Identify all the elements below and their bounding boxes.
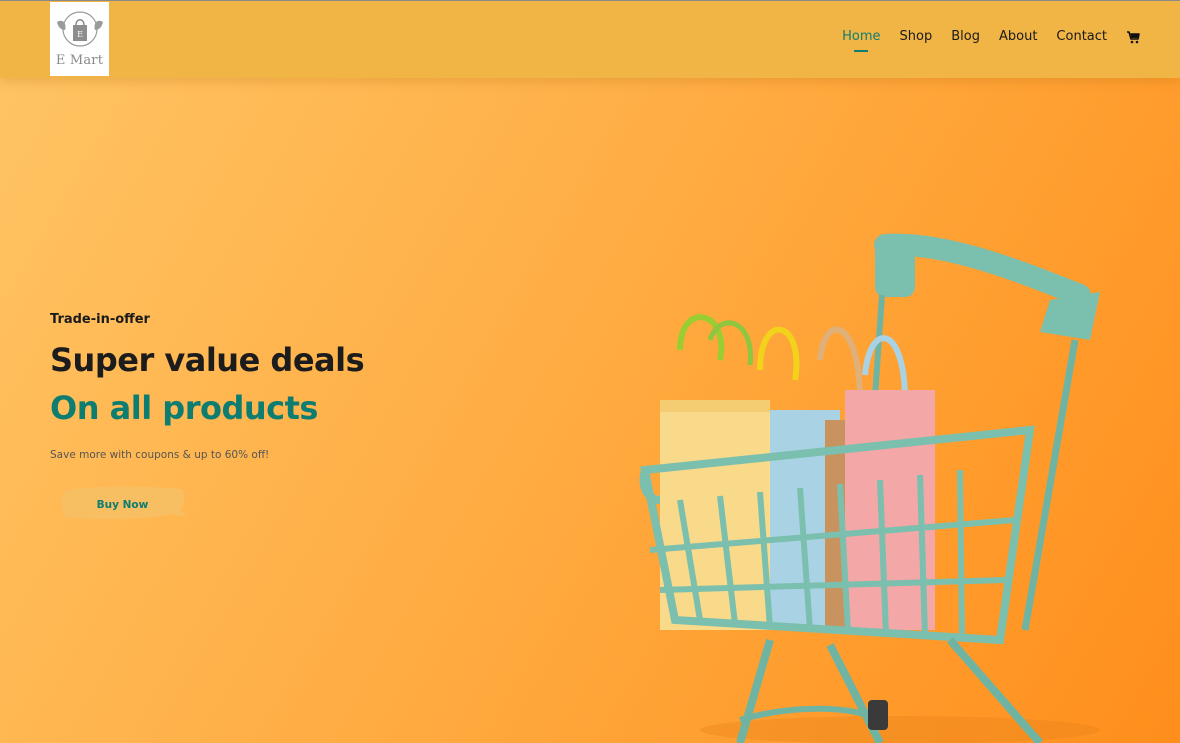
nav-about[interactable]: About — [999, 29, 1037, 44]
hero-section: Trade-in-offer Super value deals On all … — [50, 312, 450, 527]
hero-eyebrow: Trade-in-offer — [50, 312, 150, 327]
cart-icon[interactable] — [1126, 30, 1140, 44]
nav-home[interactable]: Home — [842, 29, 880, 44]
svg-text:E: E — [77, 30, 83, 39]
brand-logo[interactable]: E E Mart — [50, 2, 109, 76]
buy-now-button[interactable]: Buy Now — [50, 483, 195, 527]
hero-headline-highlight: On all products — [50, 389, 318, 427]
shopping-cart-with-bags-photo — [620, 200, 1120, 743]
main-nav: Home Shop Blog About Contact — [823, 29, 1140, 44]
header-bar: E E Mart Home Shop Blog About Contact — [0, 0, 1180, 78]
nav-blog[interactable]: Blog — [951, 29, 980, 44]
nav-shop[interactable]: Shop — [900, 29, 933, 44]
nav-contact[interactable]: Contact — [1056, 29, 1107, 44]
hero-headline: Super value deals — [50, 341, 365, 379]
brand-name: E Mart — [55, 53, 104, 68]
shopping-bag-wings-icon: E — [56, 11, 103, 47]
hero-subtext: Save more with coupons & up to 60% off! — [50, 449, 270, 461]
buy-now-container: Buy Now — [50, 483, 190, 527]
